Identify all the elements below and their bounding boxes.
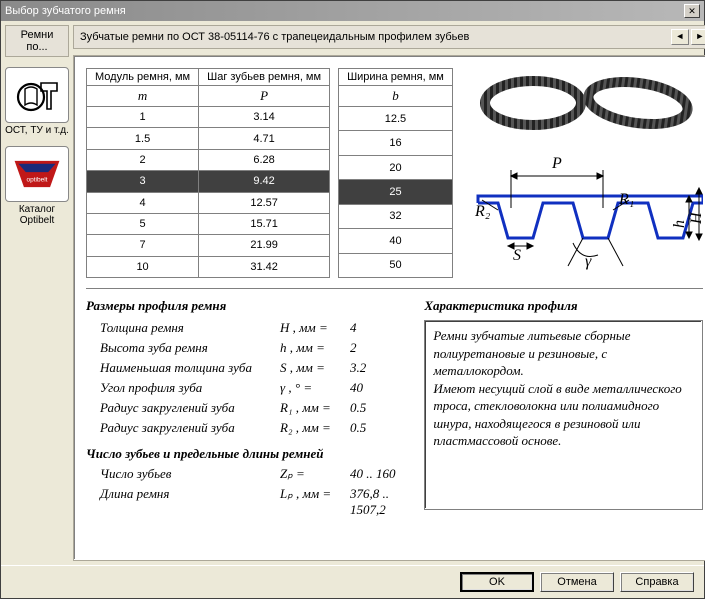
characteristic-text: Ремни зубчатые литьевые сборные полиурет… [424, 320, 703, 510]
titlebar: Выбор зубчатого ремня ✕ [1, 1, 704, 21]
module-pitch-table[interactable]: Модуль ремня, мм Шаг зубьев ремня, мм m … [86, 68, 330, 278]
sidebar-item-label: ОСТ, ТУ и т.д. [5, 125, 69, 136]
optibelt-logo-icon: optibelt [5, 146, 69, 202]
close-icon[interactable]: ✕ [684, 4, 700, 18]
col-module-symbol: m [87, 86, 199, 107]
sidebar: Ремни по... ОСТ, ТУ и т.д. optib [5, 25, 69, 561]
table-row[interactable]: 1031.42 [87, 256, 330, 277]
svg-text:h: h [671, 220, 688, 228]
divider [86, 288, 703, 290]
param-row: Высота зуба ремняh , мм =2 [100, 340, 406, 356]
dialog-window: Выбор зубчатого ремня ✕ Ремни по... ОСТ,… [0, 0, 705, 599]
sidebar-item-optibelt[interactable]: optibelt Каталог Optibelt [5, 142, 69, 226]
svg-text:H: H [688, 211, 703, 225]
col-pitch-header: Шаг зубьев ремня, мм [199, 69, 330, 86]
svg-text:S: S [513, 247, 521, 264]
table-row[interactable]: 50 [339, 253, 453, 277]
table-row[interactable]: 16 [339, 131, 453, 155]
table-row[interactable]: 412.57 [87, 192, 330, 213]
table-row[interactable]: 26.28 [87, 149, 330, 170]
characteristic-title: Характеристика профиля [424, 298, 703, 314]
sidebar-item-ost[interactable]: ОСТ, ТУ и т.д. [5, 63, 69, 136]
main-header-text: Зубчатые ремни по ОСТ 38-05114-76 с трап… [80, 31, 669, 43]
window-title: Выбор зубчатого ремня [5, 5, 684, 17]
table-row[interactable]: 25 [339, 180, 453, 204]
cancel-button[interactable]: Отмена [540, 572, 614, 592]
table-row[interactable]: 12.5 [339, 107, 453, 131]
table-row[interactable]: 515.71 [87, 213, 330, 234]
profile-subtitle: Число зубьев и предельные длины ремней [86, 446, 406, 462]
param-row: Длина ремняLₚ , мм =376,8 .. 1507,2 [100, 486, 406, 518]
main-header: Зубчатые ремни по ОСТ 38-05114-76 с трап… [73, 25, 705, 49]
col-module-header: Модуль ремня, мм [87, 69, 199, 86]
param-row: Угол профиля зубаγ , ° =40 [100, 380, 406, 396]
belt-photo-illustration [478, 68, 698, 138]
content-panel: Модуль ремня, мм Шаг зубьев ремня, мм m … [73, 55, 705, 561]
col-width-header: Ширина ремня, мм [339, 69, 453, 86]
svg-text:optibelt: optibelt [26, 176, 47, 183]
svg-text:R₂: R₂ [474, 203, 491, 220]
param-row: Радиус закруглений зубаR₂ , мм =0.5 [100, 420, 406, 436]
tooth-profile-diagram: P H h S γ R₁ R₂ [473, 148, 703, 278]
svg-text:P: P [551, 155, 562, 172]
next-button[interactable]: ► [691, 29, 705, 45]
width-table[interactable]: Ширина ремня, мм b 12.5162025324050 [338, 68, 453, 278]
profile-characteristic: Характеристика профиля Ремни зубчатые ли… [424, 298, 703, 522]
ost-logo-icon [5, 67, 69, 123]
table-row[interactable]: 13.14 [87, 107, 330, 128]
table-row[interactable]: 32 [339, 204, 453, 228]
prev-button[interactable]: ◄ [671, 29, 689, 45]
table-row[interactable]: 1.54.71 [87, 128, 330, 149]
sidebar-header: Ремни по... [5, 25, 69, 57]
param-row: Наименьшая толщина зубаS , мм =3.2 [100, 360, 406, 376]
param-row: Толщина ремняH , мм =4 [100, 320, 406, 336]
ok-button[interactable]: OK [460, 572, 534, 592]
sidebar-item-label: Каталог Optibelt [5, 204, 69, 226]
svg-text:γ: γ [585, 253, 592, 270]
table-row[interactable]: 20 [339, 155, 453, 179]
profile-dimensions: Размеры профиля ремня Толщина ремняH , м… [86, 298, 406, 522]
table-row[interactable]: 39.42 [87, 171, 330, 192]
param-row: Число зубьевZₚ =40 .. 160 [100, 466, 406, 482]
help-button[interactable]: Справка [620, 572, 694, 592]
dialog-buttons: OK Отмена Справка [1, 565, 704, 598]
col-pitch-symbol: P [199, 86, 330, 107]
table-row[interactable]: 721.99 [87, 235, 330, 256]
profile-title: Размеры профиля ремня [86, 298, 406, 314]
table-row[interactable]: 40 [339, 229, 453, 253]
col-width-symbol: b [339, 86, 453, 107]
svg-text:R₁: R₁ [618, 191, 634, 208]
param-row: Радиус закруглений зубаR₁ , мм =0.5 [100, 400, 406, 416]
